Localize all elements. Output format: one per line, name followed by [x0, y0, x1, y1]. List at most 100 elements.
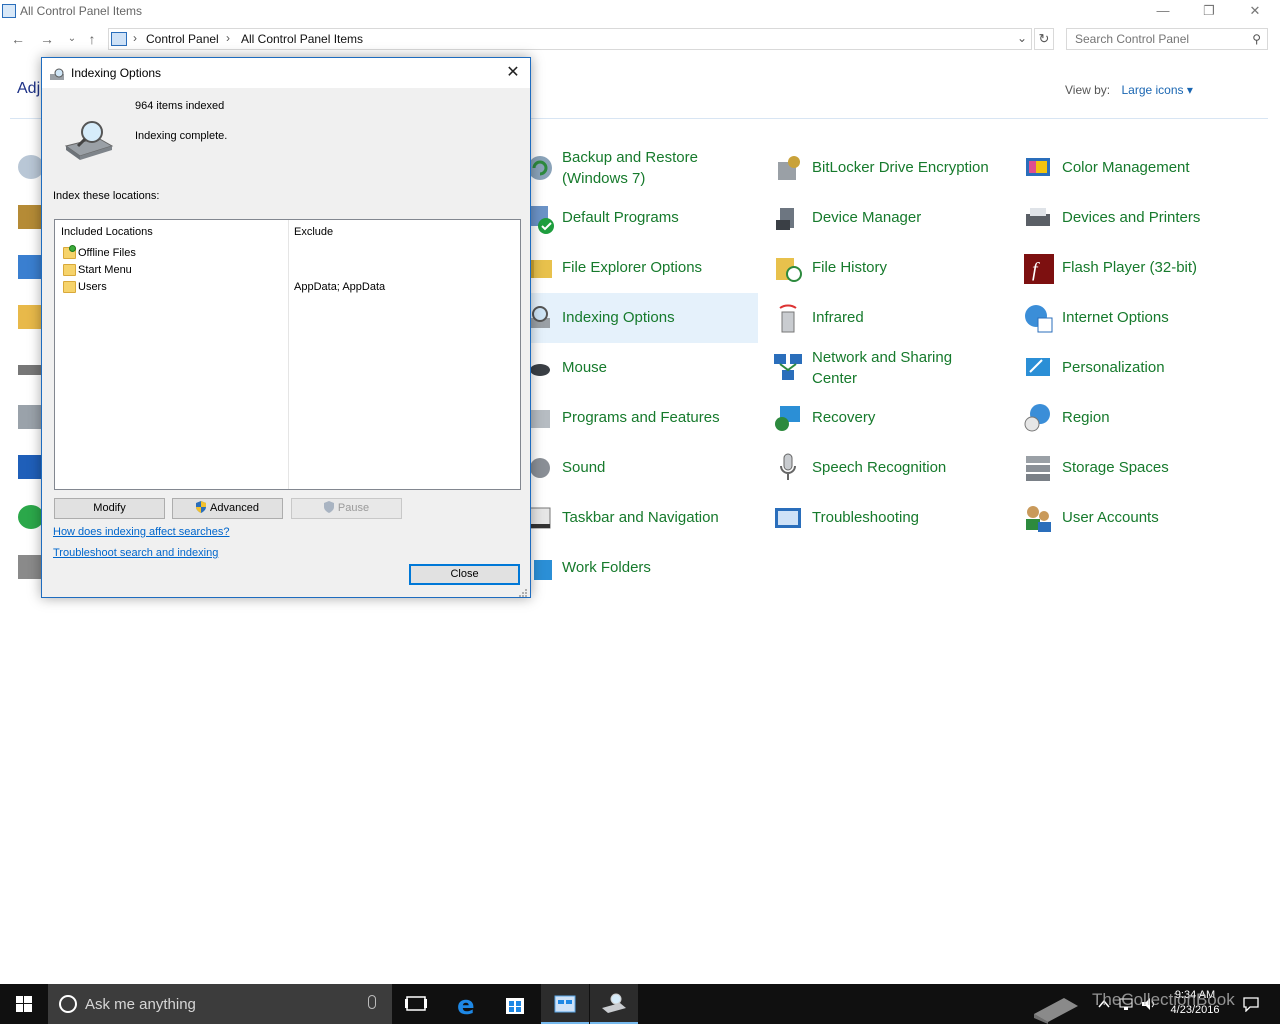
breadcrumb-separator-icon: › — [133, 31, 137, 45]
task-view-icon — [405, 996, 427, 1011]
view-by: View by: Large icons ▾ — [1065, 83, 1193, 97]
taskbar-edge[interactable]: e — [443, 984, 491, 1024]
shield-icon — [196, 501, 207, 513]
cp-item-backup-restore[interactable]: Backup and Restore (Windows 7) — [518, 143, 758, 193]
microphone-icon[interactable] — [368, 995, 376, 1009]
minimize-button[interactable]: — — [1140, 0, 1186, 24]
column-header-included[interactable]: Included Locations — [61, 226, 153, 238]
troubleshooting-icon — [772, 502, 804, 534]
items-indexed-count: 964 items indexed — [135, 100, 225, 112]
cp-item-infrared[interactable]: Infrared — [766, 293, 1006, 343]
task-view-button[interactable] — [392, 984, 440, 1024]
indexing-icon — [602, 993, 626, 1013]
taskbar-control-panel[interactable] — [541, 984, 589, 1024]
close-button[interactable]: Close — [409, 564, 520, 585]
windows-logo-icon — [16, 996, 32, 1012]
cp-item-personalization[interactable]: Personalization — [1016, 343, 1256, 393]
view-by-label: View by: — [1065, 83, 1111, 97]
cp-item-recovery[interactable]: Recovery — [766, 393, 1006, 443]
recent-locations-chevron-icon[interactable]: ⌄ — [64, 31, 80, 47]
modify-button[interactable]: Modify — [54, 498, 165, 519]
dialog-title: Indexing Options — [71, 66, 162, 80]
cp-item-network-sharing[interactable]: Network and Sharing Center — [766, 343, 1006, 393]
printer-icon — [1022, 202, 1054, 234]
indexing-icon — [50, 67, 66, 80]
indexing-status: Indexing complete. — [135, 130, 228, 142]
start-button[interactable] — [0, 984, 48, 1024]
action-center-icon[interactable] — [1242, 996, 1260, 1012]
cp-item-sound[interactable]: Sound — [518, 443, 758, 493]
dialog-close-icon[interactable]: ✕ — [502, 62, 524, 84]
cp-item-bitlocker[interactable]: BitLocker Drive Encryption — [766, 143, 1006, 193]
cp-item-file-explorer-options[interactable]: File Explorer Options — [518, 243, 758, 293]
cp-item-speech-recognition[interactable]: Speech Recognition — [766, 443, 1006, 493]
dialog-titlebar[interactable]: Indexing Options ✕ — [42, 58, 530, 88]
index-locations-label: Index these locations: — [53, 190, 160, 202]
cp-item-taskbar-navigation[interactable]: Taskbar and Navigation — [518, 493, 758, 543]
cp-item-programs-features[interactable]: Programs and Features — [518, 393, 758, 443]
address-dropdown-icon[interactable]: ⌄ — [1017, 31, 1027, 45]
cp-item-indexing-options[interactable]: Indexing Options — [518, 293, 758, 343]
device-manager-icon — [772, 202, 804, 234]
cp-item-flash-player[interactable]: f Flash Player (32-bit) — [1016, 243, 1256, 293]
troubleshoot-link[interactable]: Troubleshoot search and indexing — [53, 547, 218, 559]
indexing-drive-icon — [64, 118, 114, 160]
pause-button[interactable]: Pause — [291, 498, 402, 519]
sync-badge-icon — [69, 245, 76, 252]
cp-item-work-folders[interactable]: Work Folders — [518, 543, 758, 593]
cortana-search-box[interactable]: Ask me anything — [48, 984, 392, 1024]
personalization-icon — [1022, 352, 1054, 384]
view-by-dropdown[interactable]: Large icons ▾ — [1121, 83, 1192, 97]
storage-icon — [1022, 452, 1054, 484]
list-item[interactable]: Start Menu — [63, 262, 513, 279]
cp-item-region[interactable]: Region — [1016, 393, 1256, 443]
page-heading: Adj — [17, 80, 41, 97]
color-management-icon — [1022, 152, 1054, 184]
up-arrow-icon[interactable]: ↑ — [84, 31, 100, 47]
restore-button[interactable]: ❐ — [1186, 0, 1232, 24]
close-window-button[interactable]: ✕ — [1232, 0, 1278, 24]
cp-item-user-accounts[interactable]: User Accounts — [1016, 493, 1256, 543]
cp-item-storage-spaces[interactable]: Storage Spaces — [1016, 443, 1256, 493]
back-arrow-icon[interactable]: ← — [10, 31, 26, 47]
bitlocker-icon — [772, 152, 804, 184]
cp-item-default-programs[interactable]: Default Programs — [518, 193, 758, 243]
search-icon[interactable]: ⚲ — [1252, 32, 1261, 46]
cp-item-device-manager[interactable]: Device Manager — [766, 193, 1006, 243]
cp-item-color-management[interactable]: Color Management — [1016, 143, 1256, 193]
breadcrumb-control-panel[interactable]: Control Panel — [146, 32, 219, 46]
list-item[interactable]: Offline Files — [63, 245, 513, 262]
control-panel-icon — [111, 32, 127, 46]
cp-item-internet-options[interactable]: Internet Options — [1016, 293, 1256, 343]
network-icon — [772, 352, 804, 384]
locations-list[interactable]: Included Locations Exclude Offline Files… — [54, 219, 521, 490]
search-input[interactable] — [1073, 29, 1243, 49]
file-history-icon — [772, 252, 804, 284]
cp-item-troubleshooting[interactable]: Troubleshooting — [766, 493, 1006, 543]
refresh-button[interactable]: ↻ — [1034, 28, 1054, 50]
list-item[interactable]: Users AppData; AppData — [63, 279, 513, 296]
cp-item-file-history[interactable]: File History — [766, 243, 1006, 293]
control-panel-icon — [554, 995, 576, 1013]
breadcrumb-all-items[interactable]: All Control Panel Items — [241, 32, 363, 46]
cp-item-devices-printers[interactable]: Devices and Printers — [1016, 193, 1256, 243]
address-bar[interactable]: › Control Panel › All Control Panel Item… — [108, 28, 1032, 50]
window-title: All Control Panel Items — [20, 4, 143, 18]
advanced-button[interactable]: Advanced — [172, 498, 283, 519]
taskbar-store[interactable] — [491, 984, 539, 1024]
resize-grip-icon[interactable] — [518, 585, 528, 597]
breadcrumb-separator-icon: › — [226, 31, 230, 45]
taskbar-indexing-options[interactable] — [590, 984, 638, 1024]
control-panel-icon — [2, 4, 16, 18]
cp-item-mouse[interactable]: Mouse — [518, 343, 758, 393]
infrared-icon — [772, 302, 804, 334]
recovery-icon — [772, 402, 804, 434]
search-box[interactable]: ⚲ — [1066, 28, 1268, 50]
forward-arrow-icon[interactable]: → — [39, 31, 55, 47]
column-header-exclude[interactable]: Exclude — [294, 226, 333, 238]
region-icon — [1022, 402, 1054, 434]
store-icon — [506, 998, 524, 1014]
users-icon — [1022, 502, 1054, 534]
indexing-help-link[interactable]: How does indexing affect searches? — [53, 526, 230, 538]
internet-options-icon — [1022, 302, 1054, 334]
